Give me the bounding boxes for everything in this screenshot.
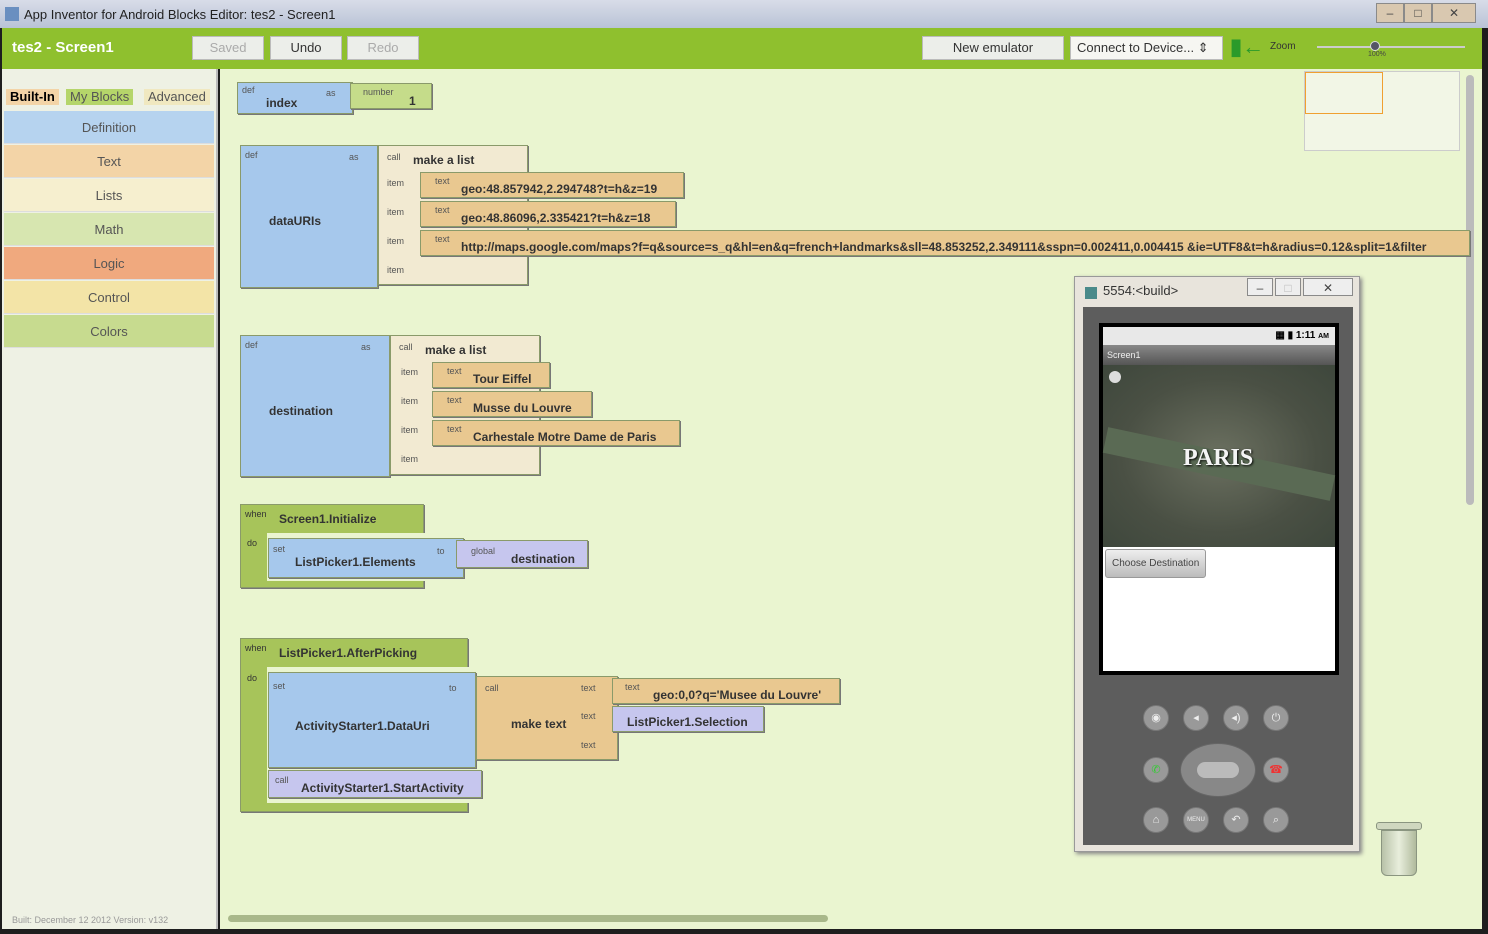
trash-can-icon[interactable] <box>1376 818 1422 876</box>
text-block[interactable]: text Tour Eiffel <box>432 362 550 388</box>
make-text-block[interactable]: call make text text text text <box>476 676 618 760</box>
end-call-icon[interactable]: ☎ <box>1263 757 1289 783</box>
zoom-label: Zoom <box>1270 41 1296 52</box>
text-block[interactable]: text Carhestale Motre Dame de Paris <box>432 420 680 446</box>
camera-icon[interactable]: ◉ <box>1143 705 1169 731</box>
saved-button[interactable]: Saved <box>192 36 264 60</box>
map-label: PARIS <box>1183 445 1254 471</box>
palette-item-text[interactable]: Text <box>4 145 214 178</box>
satellite-map[interactable]: PARIS <box>1102 365 1336 547</box>
emulator-window[interactable]: 5554:<build> – □ ✕ ▦ ▮ 1:11 AM Screen1 P… <box>1074 276 1360 852</box>
phone-screen[interactable]: ▦ ▮ 1:11 AM Screen1 PARIS Choose Destina… <box>1099 323 1339 675</box>
number-block[interactable]: number 1 <box>350 83 432 109</box>
text-block[interactable]: text http://maps.google.com/maps?f=q&sour… <box>420 230 1470 256</box>
tab-advanced[interactable]: Advanced <box>144 89 210 105</box>
horizontal-scrollbar[interactable] <box>228 915 828 922</box>
undo-button[interactable]: Undo <box>270 36 342 60</box>
volume-up-icon[interactable]: ◂) <box>1223 705 1249 731</box>
text-block[interactable]: text geo:48.86096,2.335421?t=h&z=18 <box>420 201 676 227</box>
emulator-minimize[interactable]: – <box>1247 278 1273 296</box>
app-icon <box>5 7 19 21</box>
back-icon[interactable]: ↶ <box>1223 807 1249 833</box>
choose-destination-button[interactable]: Choose Destination <box>1105 549 1207 578</box>
call-startactivity-block[interactable]: call ActivityStarter1.StartActivity <box>268 770 482 798</box>
window-titlebar: App Inventor for Android Blocks Editor: … <box>0 0 1488 28</box>
build-info: Built: December 12 2012 Version: v132 <box>12 915 169 925</box>
set-activitystarter-datauri-block[interactable]: set ActivityStarter1.DataUri to <box>268 672 476 768</box>
palette-item-logic[interactable]: Logic <box>4 247 214 280</box>
workspace-minimap[interactable] <box>1304 71 1460 151</box>
emulator-close[interactable]: ✕ <box>1303 278 1353 296</box>
zoom-slider[interactable] <box>1317 46 1465 48</box>
palette-item-control[interactable]: Control <box>4 281 214 314</box>
block-palette: Built-In My Blocks Advanced Definition Te… <box>2 69 218 929</box>
listpicker-selection-block[interactable]: ListPicker1.Selection <box>612 706 764 732</box>
tab-built-in[interactable]: Built-In <box>6 89 59 105</box>
phone-connect-icon: ▮← <box>1230 34 1265 59</box>
palette-item-definition[interactable]: Definition <box>4 111 214 144</box>
connect-label: Connect to Device... <box>1077 40 1195 55</box>
zoom-value: 100% <box>1368 51 1386 58</box>
menu-button[interactable]: MENU <box>1183 807 1209 833</box>
variable-name: index <box>266 96 298 110</box>
palette-item-colors[interactable]: Colors <box>4 315 214 348</box>
emulator-title: 5554:<build> <box>1103 283 1179 298</box>
redo-button[interactable]: Redo <box>347 36 419 60</box>
home-icon[interactable]: ⌂ <box>1143 807 1169 833</box>
dpad[interactable] <box>1180 743 1256 797</box>
toolbar: tes2 - Screen1 Saved Undo Redo New emula… <box>2 28 1482 69</box>
palette-item-lists[interactable]: Lists <box>4 179 214 212</box>
window-title: App Inventor for Android Blocks Editor: … <box>24 7 336 22</box>
maximize-button[interactable]: □ <box>1404 3 1432 23</box>
text-block[interactable]: text geo:0,0?q='Musee du Louvre' <box>612 678 840 704</box>
status-bar: ▦ ▮ 1:11 AM <box>1103 327 1335 345</box>
def-destination-block[interactable]: def as destination <box>240 335 390 477</box>
emulator-maximize[interactable]: □ <box>1275 278 1301 296</box>
def-index-block[interactable]: def index as <box>237 82 353 114</box>
new-emulator-button[interactable]: New emulator <box>922 36 1064 60</box>
tab-my-blocks[interactable]: My Blocks <box>66 89 134 105</box>
emulator-icon <box>1085 287 1097 299</box>
def-dataURIs-block[interactable]: def as dataURIs <box>240 145 378 288</box>
minimize-button[interactable]: – <box>1376 3 1404 23</box>
app-title-bar: Screen1 <box>1103 345 1335 365</box>
set-listpicker-elements-block[interactable]: set ListPicker1.Elements to <box>268 538 464 578</box>
power-icon[interactable]: ⏻ <box>1263 705 1289 731</box>
global-destination-block[interactable]: global destination <box>456 540 588 568</box>
text-block[interactable]: text Musse du Louvre <box>432 391 592 417</box>
text-block[interactable]: text geo:48.857942,2.294748?t=h&z=19 <box>420 172 684 198</box>
zoom-slider-thumb[interactable] <box>1370 41 1380 51</box>
vertical-scrollbar[interactable] <box>1466 75 1474 505</box>
search-icon[interactable]: ⌕ <box>1263 807 1289 833</box>
phone-body: ▦ ▮ 1:11 AM Screen1 PARIS Choose Destina… <box>1083 307 1353 845</box>
palette-item-math[interactable]: Math <box>4 213 214 246</box>
connect-device-dropdown[interactable]: Connect to Device... ⇕ <box>1070 36 1223 60</box>
call-icon[interactable]: ✆ <box>1143 757 1169 783</box>
map-zoom-control[interactable] <box>1109 371 1121 383</box>
volume-down-icon[interactable]: ◂ <box>1183 705 1209 731</box>
close-button[interactable]: ✕ <box>1432 3 1476 23</box>
minimap-viewport[interactable] <box>1305 72 1383 114</box>
project-title: tes2 - Screen1 <box>12 39 114 56</box>
